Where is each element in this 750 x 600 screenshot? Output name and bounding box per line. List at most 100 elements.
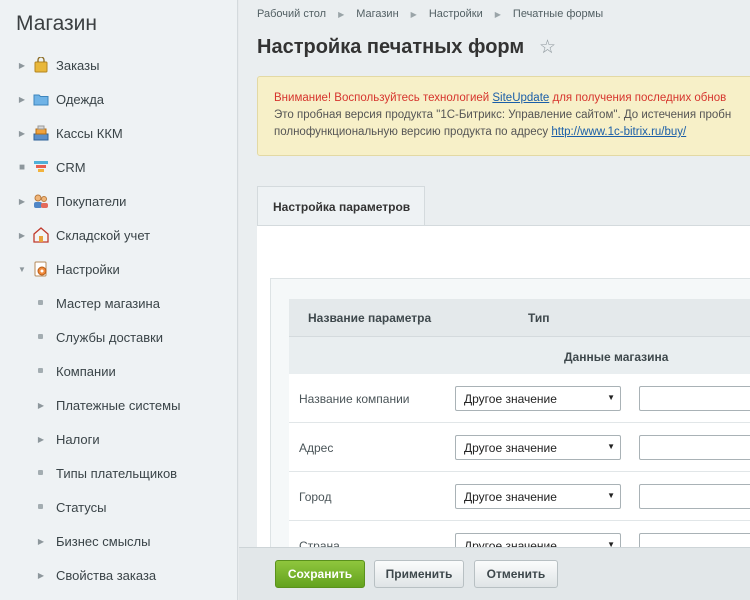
sidebar-item-label: Заказы (56, 57, 100, 73)
sidebar-subitem-label: Платежные системы (56, 397, 181, 413)
dropdown-caret-icon: ▼ (607, 393, 615, 402)
breadcrumb-separator-icon: ▶ (338, 9, 345, 19)
notice-trial-text: Это пробная версия продукта "1С-Битрикс:… (274, 109, 732, 121)
bullet-icon (38, 368, 43, 373)
value-input[interactable] (639, 435, 750, 460)
expand-arrow-icon[interactable]: ▶ (17, 61, 27, 70)
folder-icon (33, 94, 49, 106)
sidebar: Магазин ▶ Заказы ▶ Одежда ▶ Кассы ККМ ■ … (0, 0, 238, 600)
sidebar-item-label: Складской учет (56, 227, 151, 243)
sidebar-subitem-taxes[interactable]: ▶ Налоги (0, 424, 237, 454)
expand-arrow-icon[interactable]: ▶ (37, 537, 45, 546)
collapse-arrow-icon[interactable]: ▼ (17, 265, 27, 274)
tab-parameters[interactable]: Настройка параметров (257, 186, 425, 226)
sidebar-item-clothing[interactable]: ▶ Одежда (0, 84, 237, 114)
expand-arrow-icon[interactable]: ▶ (37, 401, 45, 410)
bullet-icon (38, 504, 43, 509)
param-label: Адрес (299, 441, 334, 455)
param-label: Название компании (299, 392, 410, 406)
siteupdate-link[interactable]: SiteUpdate (492, 92, 549, 104)
table-row: Город Другое значение ▼ (289, 472, 750, 521)
params-table: Название параметра Тип Данные магазина Н… (270, 277, 750, 547)
param-label: Город (299, 490, 332, 504)
trial-notice: Внимание! Воспользуйтесь технологией Sit… (257, 76, 750, 156)
expand-arrow-icon[interactable]: ▶ (17, 197, 27, 206)
sidebar-subitem-label: Типы плательщиков (56, 465, 178, 481)
dropdown-caret-icon: ▼ (607, 491, 615, 500)
column-header-name: Название параметра (308, 311, 432, 325)
warehouse-icon (33, 227, 49, 243)
favorite-star-icon[interactable]: ☆ (539, 36, 556, 59)
breadcrumb-item[interactable]: Рабочий стол (257, 8, 326, 20)
type-select[interactable]: Другое значение ▼ (455, 435, 621, 460)
notice-trial-text: полнофункциональную версию продукта по а… (274, 126, 549, 138)
breadcrumb: Рабочий стол ▶ Магазин ▶ Настройки ▶ Печ… (257, 8, 603, 20)
param-label: Страна (299, 539, 340, 547)
sidebar-subitem-statuses[interactable]: Статусы (0, 492, 237, 522)
sidebar-subitem-payment-systems[interactable]: ▶ Платежные системы (0, 390, 237, 420)
breadcrumb-item[interactable]: Настройки (429, 8, 483, 20)
breadcrumb-item[interactable]: Магазин (356, 8, 398, 20)
sidebar-item-orders[interactable]: ▶ Заказы (0, 50, 237, 80)
sidebar-title: Магазин (16, 12, 98, 35)
type-select[interactable]: Другое значение ▼ (455, 533, 621, 547)
breadcrumb-item[interactable]: Печатные формы (513, 8, 603, 20)
sidebar-subitem-label: Бизнес смыслы (56, 533, 151, 549)
value-input[interactable] (639, 533, 750, 547)
dropdown-caret-icon: ▼ (607, 442, 615, 451)
sidebar-subitem-order-properties[interactable]: ▶ Свойства заказа (0, 560, 237, 590)
cash-register-icon (33, 125, 49, 141)
apply-button[interactable]: Применить (374, 560, 464, 588)
sidebar-subitem-companies[interactable]: Компании (0, 356, 237, 386)
table-row: Адрес Другое значение ▼ (289, 423, 750, 472)
sidebar-item-cash-registers[interactable]: ▶ Кассы ККМ (0, 118, 237, 148)
sidebar-item-label: Кассы ККМ (56, 125, 123, 141)
sidebar-subitem-business-meanings[interactable]: ▶ Бизнес смыслы (0, 526, 237, 556)
page-title: Настройка печатных форм (257, 36, 525, 58)
save-button[interactable]: Сохранить (275, 560, 365, 588)
select-value: Другое значение (464, 490, 557, 504)
notice-warning-text: для получения последних обнов (552, 92, 727, 104)
sidebar-item-label: Настройки (56, 261, 120, 277)
buy-link[interactable]: http://www.1c-bitrix.ru/buy/ (551, 126, 686, 138)
sidebar-item-warehouse[interactable]: ▶ Складской учет (0, 220, 237, 250)
select-value: Другое значение (464, 392, 557, 406)
value-input[interactable] (639, 386, 750, 411)
column-header-type: Тип (528, 311, 550, 325)
type-select[interactable]: Другое значение ▼ (455, 386, 621, 411)
cancel-button[interactable]: Отменить (474, 560, 558, 588)
sidebar-subitem-delivery[interactable]: Службы доставки (0, 322, 237, 352)
bullet-icon (38, 300, 43, 305)
sidebar-subitem-store-wizard[interactable]: Мастер магазина (0, 288, 237, 318)
footer-bar: Сохранить Применить Отменить (239, 547, 750, 600)
value-input[interactable] (639, 484, 750, 509)
sidebar-subitem-label: Статусы (56, 499, 107, 515)
expand-arrow-icon[interactable]: ▶ (17, 95, 27, 104)
sidebar-subitem-label: Компании (56, 363, 116, 379)
sidebar-item-label: CRM (56, 159, 86, 175)
expand-arrow-icon[interactable]: ▶ (37, 435, 45, 444)
group-row-store-data: Данные магазина (289, 337, 750, 375)
sidebar-item-settings[interactable]: ▼ Настройки (0, 254, 237, 284)
expand-arrow-icon[interactable]: ▶ (37, 571, 45, 580)
settings-icon (34, 261, 47, 277)
table-row: Название компании Другое значение ▼ (289, 374, 750, 423)
bullet-icon (38, 470, 43, 475)
shopping-bag-icon (34, 57, 48, 73)
sidebar-item-label: Одежда (56, 91, 105, 107)
main-content: Рабочий стол ▶ Магазин ▶ Настройки ▶ Печ… (239, 0, 750, 600)
sidebar-subitem-payer-types[interactable]: Типы плательщиков (0, 458, 237, 488)
sidebar-item-crm[interactable]: ■ CRM (0, 152, 237, 182)
sidebar-item-customers[interactable]: ▶ Покупатели (0, 186, 237, 216)
expand-arrow-icon[interactable]: ▶ (17, 231, 27, 240)
sidebar-subitem-label: Мастер магазина (56, 295, 160, 311)
sidebar-subitem-label: Налоги (56, 431, 100, 447)
type-select[interactable]: Другое значение ▼ (455, 484, 621, 509)
crm-funnel-icon (34, 161, 48, 172)
expand-arrow-icon[interactable]: ▶ (17, 129, 27, 138)
sidebar-item-label: Покупатели (56, 193, 127, 209)
select-value: Другое значение (464, 539, 557, 547)
sidebar-subitem-label: Службы доставки (56, 329, 164, 345)
sidebar-subitem-label: Свойства заказа (56, 567, 157, 583)
select-value: Другое значение (464, 441, 557, 455)
